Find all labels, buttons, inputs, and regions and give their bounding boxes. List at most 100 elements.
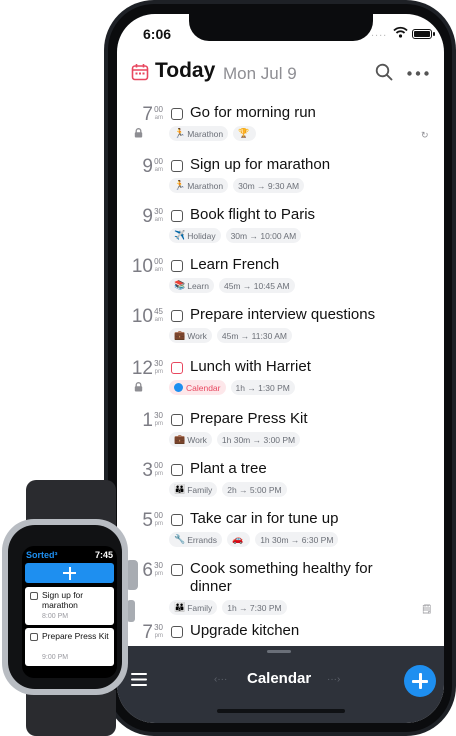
tag-emoji-icon: 📚 — [174, 280, 186, 290]
task-time: 10 45 am — [127, 304, 163, 344]
task-tag-chip[interactable]: 1h 30m → 3:00 PM — [216, 432, 301, 447]
search-icon[interactable] — [375, 63, 393, 81]
task-time: 5 00 pm — [127, 508, 163, 548]
task-tag-chip[interactable]: 👪 Family — [169, 600, 218, 615]
lock-icon — [134, 128, 143, 138]
tag-label: Family — [187, 484, 213, 495]
phone-device: 6:06 .... Today Mon Jul 9 7 00 am Go for… — [104, 0, 456, 736]
task-checkbox[interactable] — [171, 210, 183, 222]
task-minutes: 00 — [154, 157, 163, 166]
next-view-arrow[interactable]: ···› — [327, 674, 340, 685]
task-time: 10 00 am — [127, 254, 163, 294]
task-checkbox[interactable] — [171, 260, 183, 272]
previous-view-arrow[interactable]: ‹··· — [214, 674, 227, 685]
task-time: 3 00 pm — [127, 458, 163, 498]
task-tag-chip[interactable]: 🏆 — [233, 126, 257, 141]
task-tag-chip[interactable]: 🚗 — [226, 532, 251, 547]
battery-icon — [412, 29, 435, 39]
task-tags: 💼 Work 45m → 11:30 AM — [169, 328, 292, 343]
task-checkbox[interactable] — [171, 626, 183, 638]
task-row[interactable]: 10 00 am Learn French 📚 Learn 45m → 10:45 AM — [117, 254, 444, 306]
watch-task-title: Prepare Press Kit — [42, 631, 109, 641]
task-list: 7 00 am Go for morning run 🏃 Marathon 🏆 ↻ 9 00 am S… — [117, 102, 444, 644]
add-task-button[interactable] — [404, 665, 436, 697]
task-row[interactable]: 6 30 pm Cook something healthy for dinner 👪 F… — [117, 558, 444, 615]
task-tag-chip[interactable]: 30m → 10:00 AM — [225, 228, 302, 243]
task-minutes: 00 — [154, 105, 163, 114]
task-row[interactable]: 9 30 am Book flight to Paris ✈️ Holiday 30m → … — [117, 204, 444, 256]
task-tag-chip[interactable]: 🏃 Marathon — [169, 178, 229, 193]
task-tag-chip[interactable]: 30m → 9:30 AM — [233, 178, 305, 193]
task-row[interactable]: 7 30 pm Upgrade kitchen — [117, 620, 444, 644]
task-checkbox[interactable] — [171, 464, 183, 476]
task-tag-chip[interactable]: 45m → 11:30 AM — [216, 328, 292, 343]
task-checkbox[interactable] — [171, 564, 183, 576]
tag-label: Errands — [187, 534, 217, 545]
task-minutes: 00 — [154, 511, 163, 520]
task-row[interactable]: 12 30 pm Lunch with Harriet Calendar 1h → 1:3… — [117, 356, 444, 408]
watch-screen: Sorted³ 7:45 Sign up for marathon 8:00 P… — [22, 546, 117, 678]
drag-handle[interactable] — [267, 650, 291, 653]
tag-label: 1h → 7:30 PM — [227, 602, 282, 613]
phone-screen: 6:06 .... Today Mon Jul 9 7 00 am Go for… — [117, 14, 444, 723]
signal-dots: .... — [371, 27, 388, 39]
task-tags: 🏃 Marathon 🏆 — [169, 126, 257, 141]
task-ampm: pm — [154, 521, 163, 527]
tag-label: 2h → 5:00 PM — [227, 484, 282, 495]
task-checkbox[interactable] — [171, 362, 183, 374]
watch-task-card[interactable]: Prepare Press Kit 9:00 PM — [25, 628, 114, 666]
tag-label: Work — [187, 434, 207, 445]
task-title: Learn French — [190, 256, 280, 273]
task-checkbox[interactable] — [171, 310, 183, 322]
watch-task-checkbox[interactable] — [30, 633, 38, 641]
task-tags: Calendar 1h → 1:30 PM — [169, 380, 295, 395]
watch-task-card[interactable]: Sign up for marathon 8:00 PM — [25, 587, 114, 625]
task-tag-chip[interactable]: 🏃 Marathon — [169, 126, 229, 141]
task-tag-chip[interactable]: 1h → 1:30 PM — [230, 380, 295, 395]
watch-app-name: Sorted³ — [26, 550, 58, 560]
task-checkbox[interactable] — [171, 414, 183, 426]
watch-task-title: Sign up for marathon — [42, 590, 84, 610]
status-bar: 6:06 .... — [117, 14, 444, 56]
task-tags: 🏃 Marathon 30m → 9:30 AM — [169, 178, 305, 193]
task-tag-chip[interactable]: Calendar — [169, 380, 226, 395]
tag-label: 1h → 1:30 PM — [235, 382, 290, 393]
menu-icon[interactable] — [131, 673, 147, 686]
more-options-icon[interactable] — [407, 71, 429, 76]
task-tag-chip[interactable]: 45m → 10:45 AM — [218, 278, 295, 293]
task-checkbox[interactable] — [171, 514, 183, 526]
task-tag-chip[interactable]: ✈️ Holiday — [169, 228, 221, 243]
watch-add-button[interactable] — [25, 563, 114, 583]
task-tag-chip[interactable]: 💼 Work — [169, 328, 212, 343]
task-row[interactable]: 3 00 pm Plant a tree 👪 Family 2h → 5:00 PM — [117, 458, 444, 510]
task-hour: 10 — [131, 256, 153, 277]
view-switcher-label[interactable]: Calendar — [247, 670, 311, 687]
task-tag-chip[interactable]: 📚 Learn — [169, 278, 214, 293]
task-minutes: 45 — [154, 307, 163, 316]
task-tag-chip[interactable]: 1h 30m → 6:30 PM — [255, 532, 339, 547]
page-date: Mon Jul 9 — [223, 64, 297, 83]
header: Today Mon Jul 9 — [117, 56, 444, 96]
task-tag-chip[interactable]: 2h → 5:00 PM — [222, 482, 287, 497]
tag-emoji-icon: 🏃 — [174, 180, 186, 190]
wifi-icon — [393, 26, 408, 38]
task-tags: 📚 Learn 45m → 10:45 AM — [169, 278, 295, 293]
status-time: 6:06 — [143, 26, 172, 42]
watch-task-time: 8:00 PM — [42, 613, 69, 620]
task-tag-chip[interactable]: 🔧 Errands — [169, 532, 222, 547]
task-row[interactable]: 5 00 pm Take car in for tune up 🔧 Errands 🚗 1h … — [117, 508, 444, 560]
note-icon: 🗒 — [421, 604, 433, 614]
task-row[interactable]: 9 00 am Sign up for marathon 🏃 Marathon 30m → … — [117, 154, 444, 206]
task-tag-chip[interactable]: 👪 Family — [169, 482, 218, 497]
task-tag-chip[interactable]: 1h → 7:30 PM — [222, 600, 287, 615]
task-tag-chip[interactable]: 💼 Work — [169, 432, 212, 447]
task-row[interactable]: 10 45 am Prepare interview questions 💼 Work 45… — [117, 304, 444, 356]
task-ampm: pm — [154, 571, 163, 577]
task-checkbox[interactable] — [171, 108, 183, 120]
watch-task-time: 9:00 PM — [42, 654, 69, 661]
calendar-icon[interactable] — [131, 63, 149, 81]
task-row[interactable]: 7 00 am Go for morning run 🏃 Marathon 🏆 ↻ — [117, 102, 444, 154]
watch-task-checkbox[interactable] — [30, 592, 38, 600]
task-row[interactable]: 1 30 pm Prepare Press Kit 💼 Work 1h 30m → 3:00… — [117, 408, 444, 460]
task-checkbox[interactable] — [171, 160, 183, 172]
